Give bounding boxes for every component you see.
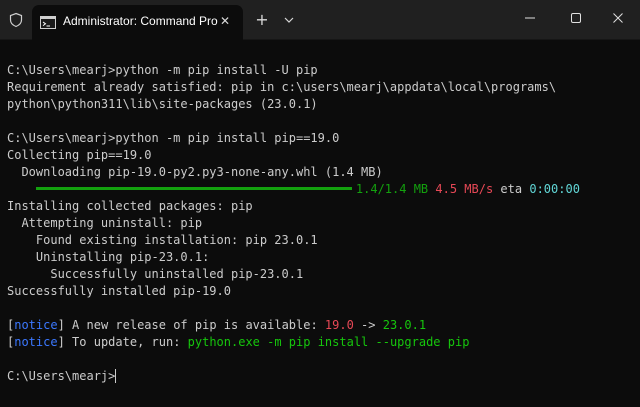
progress-size: 1.4/1.4 MB [355,182,429,196]
download-progress-line: 1.4/1.4 MB 4.5 MB/s eta 0:00:00 [7,181,633,198]
terminal-output[interactable]: C:\Users\mearj>python -m pip install -U … [7,62,633,392]
output-line: Downloading pip-19.0-py2.py3-none-any.wh… [7,165,383,179]
output-line: python\python311\lib\site-packages (23.0… [7,97,318,111]
upgrade-command: python.exe -m pip install --upgrade pip [187,335,470,349]
command-prompt-icon [40,16,56,29]
notice-text: To update, run: [64,335,188,349]
command-line: C:\Users\mearj>python -m pip install -U … [7,63,318,77]
notice-line: [notice] A new release of pip is availab… [7,317,633,334]
shield-icon [9,12,23,28]
output-line: Requirement already satisfied: pip in c:… [7,80,557,94]
close-window-button[interactable] [595,0,640,36]
command-line: C:\Users\mearj>python -m pip install pip… [7,131,340,145]
prompt: C:\Users\mearj> [7,369,116,383]
close-icon [613,13,623,23]
close-tab-button[interactable]: ✕ [218,14,232,28]
title-bar[interactable]: Administrator: Command Pro ✕ + [0,0,640,40]
progress-eta-label: eta [500,182,523,196]
notice-tag: notice [14,335,58,349]
output-line: Uninstalling pip-23.0.1: [7,250,210,264]
minimize-icon [525,17,535,19]
output-line: Collecting pip==19.0 [7,148,152,162]
output-line: Attempting uninstall: pip [7,216,203,230]
progress-speed: 4.5 MB/s [435,182,494,196]
text-cursor [115,368,117,383]
prompt-line[interactable]: C:\Users\mearj> [7,368,633,385]
notice-tag: notice [14,318,58,332]
notice-bracket: ] [57,335,65,349]
tab-command-prompt[interactable]: Administrator: Command Pro ✕ [32,5,243,40]
arrow: -> [353,318,383,332]
maximize-icon [571,13,581,23]
output-line: Successfully uninstalled pip-23.0.1 [7,267,304,281]
notice-line: [notice] To update, run: python.exe -m p… [7,334,633,351]
progress-eta: 0:00:00 [529,182,580,196]
minimize-button[interactable] [507,0,553,36]
output-line: Installing collected packages: pip [7,199,253,213]
notice-bracket: ] [57,318,65,332]
progress-bar [35,187,352,190]
tab-title: Administrator: Command Pro [63,14,218,28]
notice-text: A new release of pip is available: [64,318,325,332]
new-version: 23.0.1 [382,318,427,332]
chevron-down-icon[interactable] [282,12,296,28]
terminal-window: Administrator: Command Pro ✕ + C:\Users\… [0,0,640,407]
new-tab-button[interactable]: + [253,11,271,29]
old-version: 19.0 [324,318,354,332]
output-line: Found existing installation: pip 23.0.1 [7,233,318,247]
maximize-button[interactable] [553,0,599,36]
output-line: Successfully installed pip-19.0 [7,284,231,298]
